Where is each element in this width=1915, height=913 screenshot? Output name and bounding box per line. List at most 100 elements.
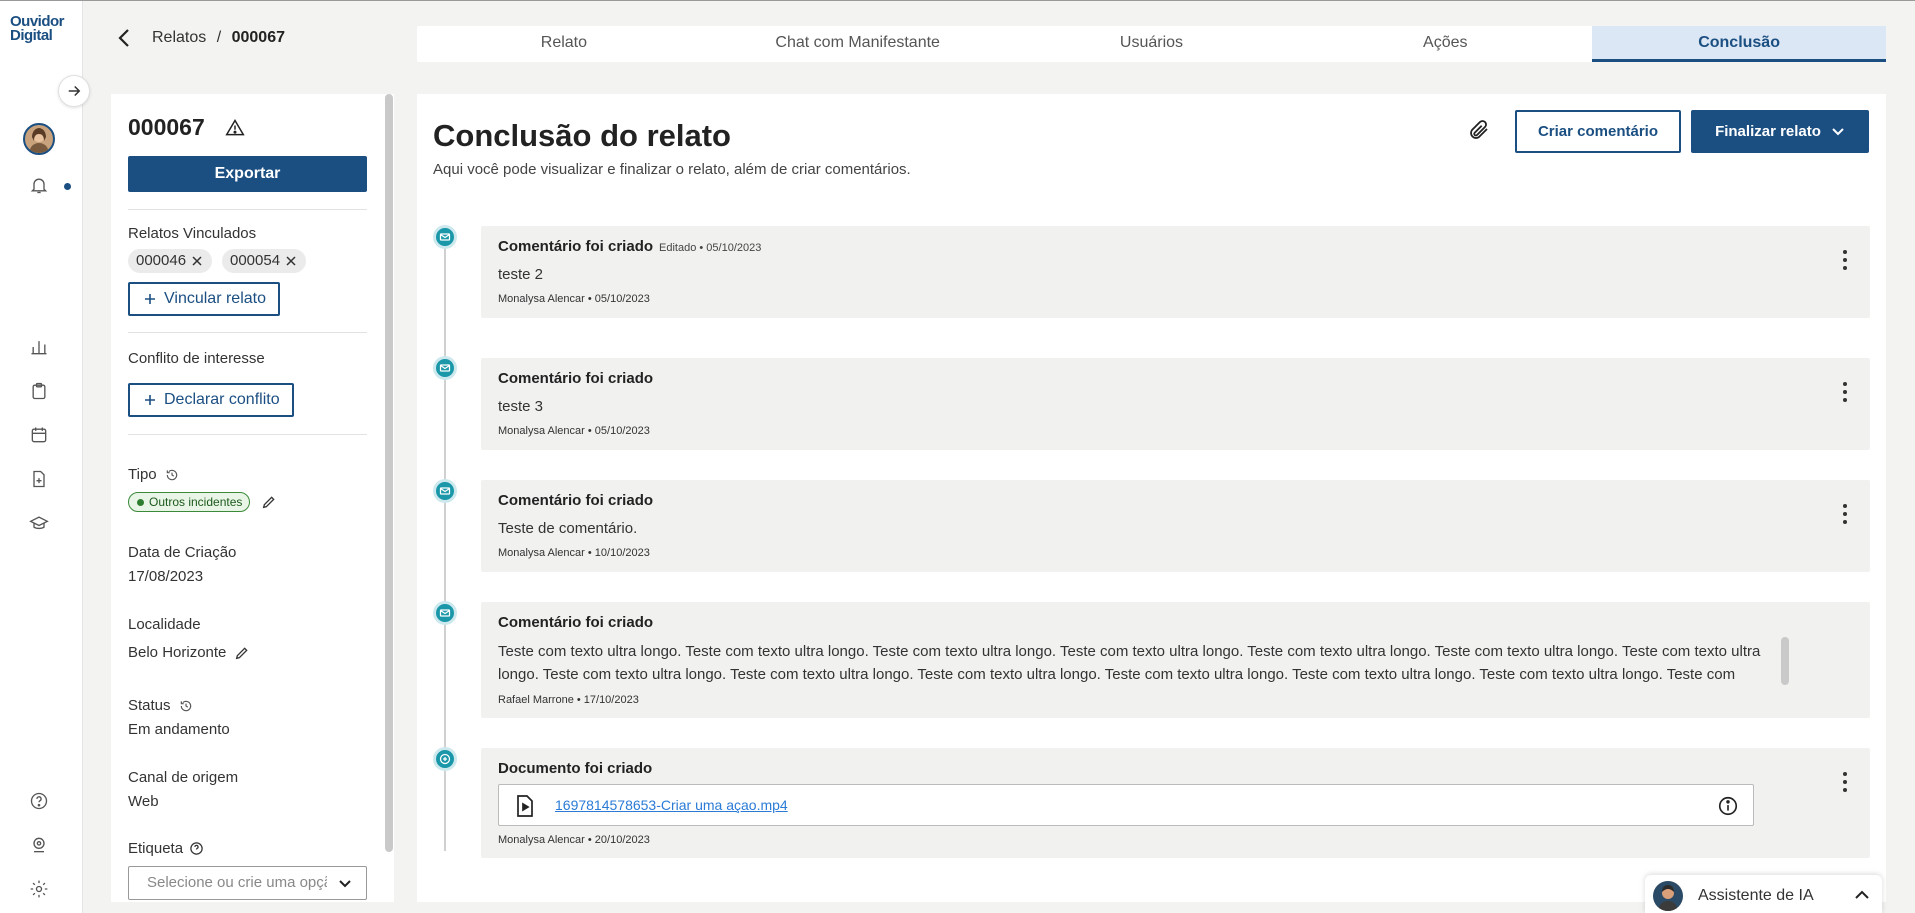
chevron-left-icon	[118, 29, 129, 47]
plus-icon	[145, 395, 155, 405]
entry-edited: Editado • 05/10/2023	[659, 242, 762, 254]
tab-acoes[interactable]: Ações	[1298, 26, 1592, 62]
created-value: 17/08/2023	[128, 568, 204, 585]
help-icon[interactable]	[27, 789, 51, 813]
entry-title: Comentário foi criado	[498, 370, 654, 387]
created-label: Data de Criação	[128, 544, 237, 561]
entry-scrollbar[interactable]	[1781, 637, 1789, 685]
mail-icon	[433, 225, 457, 249]
kebab-icon[interactable]	[1840, 247, 1850, 273]
locality-field: Belo Horizonte	[128, 644, 250, 661]
type-field: Tipo	[128, 466, 179, 483]
page-title: Conclusão do relato	[433, 118, 731, 153]
kebab-icon[interactable]	[1840, 379, 1850, 405]
conflict-label: Conflito de interesse	[128, 350, 265, 367]
kebab-icon[interactable]	[1840, 769, 1850, 795]
timeline-entry: Comentário foi criado Editado • 05/10/202…	[481, 226, 1870, 318]
create-comment-button[interactable]: Criar comentário	[1515, 110, 1681, 153]
tag-select[interactable]: Selecione ou crie uma opção	[128, 866, 367, 900]
mail-icon	[433, 356, 457, 380]
location-icon[interactable]	[27, 833, 51, 857]
report-id: 000067	[128, 114, 205, 140]
chevron-up-icon	[1855, 890, 1869, 899]
breadcrumb: Relatos / 000067	[152, 29, 285, 47]
finalize-report-button[interactable]: Finalizar relato	[1691, 110, 1869, 153]
tab-relato[interactable]: Relato	[417, 26, 711, 62]
page-subtitle: Aqui você pode visualizar e finalizar o …	[433, 161, 911, 178]
calendar-icon[interactable]	[27, 423, 51, 447]
bar-chart-icon[interactable]	[27, 335, 51, 359]
tag-select-placeholder: Selecione ou crie uma opção	[147, 874, 327, 891]
help-icon[interactable]	[189, 841, 204, 856]
notification-dot	[64, 183, 71, 190]
clipboard-icon[interactable]	[27, 379, 51, 403]
panel-scrollbar[interactable]	[385, 94, 393, 852]
breadcrumb-parent[interactable]: Relatos	[152, 29, 206, 46]
type-label: Tipo	[128, 466, 157, 483]
link-report-button[interactable]: Vincular relato	[128, 282, 280, 316]
entry-meta: Monalysa Alencar • 05/10/2023	[498, 293, 650, 305]
gear-icon[interactable]	[27, 877, 51, 901]
kebab-icon[interactable]	[1840, 501, 1850, 527]
bell-icon[interactable]	[27, 173, 51, 197]
plus-circle-icon	[433, 747, 457, 771]
declare-conflict-label: Declarar conflito	[164, 391, 280, 408]
tab-usuarios[interactable]: Usuários	[1005, 26, 1299, 62]
file-plus-icon[interactable]	[27, 467, 51, 491]
paperclip-icon[interactable]	[1467, 118, 1493, 144]
export-button[interactable]: Exportar	[128, 156, 367, 192]
pencil-icon[interactable]	[234, 645, 250, 661]
status-value: Em andamento	[128, 721, 230, 738]
ai-assistant-widget[interactable]: Assistente de IA	[1645, 875, 1882, 913]
entry-meta: Monalysa Alencar • 10/10/2023	[498, 547, 650, 559]
graduation-cap-icon[interactable]	[27, 511, 51, 535]
linked-chip: 000054	[222, 249, 307, 273]
close-icon[interactable]	[190, 254, 204, 268]
timeline-entry: Documento foi criado 1697814578653-Criar…	[481, 748, 1870, 858]
entry-title-row: Comentário foi criado Editado • 05/10/202…	[498, 238, 761, 255]
entry-meta: Rafael Marrone • 17/10/2023	[498, 694, 639, 706]
tab-chat[interactable]: Chat com Manifestante	[711, 26, 1005, 62]
tag-field: Etiqueta	[128, 840, 204, 857]
app-logo[interactable]: Ouvidor Digital	[10, 14, 72, 44]
avatar[interactable]	[23, 123, 55, 155]
conclusion-card: Conclusão do relato Aqui você pode visua…	[417, 94, 1886, 902]
declare-conflict-button[interactable]: Declarar conflito	[128, 383, 294, 417]
back-button[interactable]	[114, 27, 134, 49]
assistant-label: Assistente de IA	[1698, 887, 1814, 904]
mail-icon	[433, 479, 457, 503]
logo-line-2: Digital	[10, 27, 53, 44]
link-report-label: Vincular relato	[164, 290, 266, 307]
mail-icon	[433, 601, 457, 625]
chevron-down-icon	[1832, 127, 1844, 135]
channel-value: Web	[128, 793, 159, 810]
history-icon[interactable]	[165, 468, 179, 482]
tab-conclusao[interactable]: Conclusão	[1592, 26, 1886, 62]
linked-reports-label: Relatos Vinculados	[128, 225, 257, 242]
info-icon[interactable]	[1717, 795, 1739, 817]
timeline-entry: Comentário foi criado teste 3 Monalysa A…	[481, 358, 1870, 450]
divider	[128, 332, 367, 333]
expand-rail-button[interactable]	[58, 75, 90, 107]
entry-body: Teste com texto ultra longo. Teste com t…	[498, 643, 1761, 683]
report-details-panel: 000067 Exportar Relatos Vinculados 00004…	[111, 94, 394, 902]
entry-body: teste 2	[498, 266, 544, 283]
entry-title: Comentário foi criado	[498, 238, 654, 255]
history-icon[interactable]	[179, 699, 193, 713]
chevron-down-icon	[339, 880, 351, 888]
entry-title: Documento foi criado	[498, 760, 653, 777]
locality-label: Localidade	[128, 616, 201, 633]
status-label: Status	[128, 697, 171, 714]
entry-title: Comentário foi criado	[498, 492, 654, 509]
entry-meta: Monalysa Alencar • 20/10/2023	[498, 834, 650, 846]
pencil-icon[interactable]	[261, 494, 277, 515]
tab-bar: Relato Chat com Manifestante Usuários Aç…	[417, 26, 1886, 62]
entry-body: teste 3	[498, 398, 544, 415]
attachment-box: 1697814578653-Criar uma açao.mp4	[498, 784, 1754, 826]
arrow-right-icon	[68, 85, 81, 97]
close-icon[interactable]	[284, 254, 298, 268]
left-rail: Ouvidor Digital	[0, 1, 83, 913]
attachment-link[interactable]: 1697814578653-Criar uma açao.mp4	[555, 797, 788, 813]
entry-body: Teste de comentário.	[498, 520, 638, 537]
locality-value: Belo Horizonte	[128, 644, 227, 661]
